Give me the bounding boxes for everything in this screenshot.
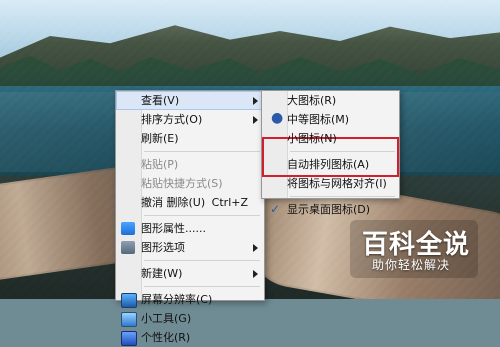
menu-item-graphics-options-label: 图形选项 <box>141 241 185 254</box>
menu-item-sort-by[interactable]: 排序方式(O) <box>116 110 264 129</box>
menu-item-view[interactable]: 查看(V) <box>116 91 264 110</box>
menu-separator <box>144 260 260 261</box>
menu-item-graphics-properties-label: 图形属性...... <box>141 222 206 235</box>
submenu-arrow-icon <box>253 244 258 252</box>
menu-item-paste-shortcut-label: 粘贴快捷方式(S) <box>141 177 223 190</box>
menu-item-paste-label: 粘贴(P) <box>141 158 179 171</box>
submenu-item-show-desktop-icons-label: 显示桌面图标(D) <box>287 203 371 216</box>
menu-item-screen-resolution[interactable]: 屏幕分辨率(C) <box>116 290 264 309</box>
menu-item-screen-resolution-label: 屏幕分辨率(C) <box>141 293 213 306</box>
menu-item-new-label: 新建(W) <box>141 267 183 280</box>
submenu-item-auto-arrange-label: 自动排列图标(A) <box>287 158 370 171</box>
submenu-item-large-icons-label: 大图标(R) <box>287 94 337 107</box>
graphics-properties-icon <box>121 222 135 235</box>
menu-item-view-label: 查看(V) <box>141 94 180 107</box>
menu-item-undo-delete[interactable]: 撤消 删除(U) Ctrl+Z <box>116 193 264 212</box>
menu-item-paste: 粘贴(P) <box>116 155 264 174</box>
menu-item-graphics-options[interactable]: 图形选项 <box>116 238 264 257</box>
radio-selected-icon: ● <box>271 110 284 126</box>
menu-item-undo-delete-label: 撤消 删除(U) <box>141 196 206 209</box>
desktop-context-menu: 查看(V) 排序方式(O) 刷新(E) 粘贴(P) 粘贴快捷方式(S) 撤消 删… <box>115 90 265 346</box>
menu-item-gadgets-label: 小工具(G) <box>141 312 192 325</box>
menu-item-new[interactable]: 新建(W) <box>116 264 264 283</box>
menu-item-paste-shortcut: 粘贴快捷方式(S) <box>116 174 264 193</box>
submenu-item-align-to-grid-label: 将图标与网格对齐(I) <box>287 177 387 190</box>
submenu-item-small-icons-label: 小图标(N) <box>287 132 337 145</box>
submenu-arrow-icon <box>253 116 258 124</box>
menu-item-refresh-label: 刷新(E) <box>141 132 179 145</box>
submenu-item-show-desktop-icons[interactable]: ✓ 显示桌面图标(D) <box>262 200 399 219</box>
personalize-icon <box>121 331 137 346</box>
menu-item-sort-by-label: 排序方式(O) <box>141 113 203 126</box>
submenu-item-medium-icons-label: 中等图标(M) <box>287 113 350 126</box>
menu-separator <box>144 215 260 216</box>
menu-item-gadgets[interactable]: 小工具(G) <box>116 309 264 328</box>
submenu-separator <box>290 196 395 197</box>
submenu-arrow-icon <box>253 97 258 105</box>
menu-separator <box>144 286 260 287</box>
watermark-subtitle: 助你轻松解决 <box>372 258 451 272</box>
menu-separator <box>144 151 260 152</box>
submenu-item-medium-icons[interactable]: ● 中等图标(M) <box>262 110 399 129</box>
gadgets-icon <box>121 312 137 327</box>
menu-item-graphics-properties[interactable]: 图形属性...... <box>116 219 264 238</box>
menu-item-personalize[interactable]: 个性化(R) <box>116 328 264 347</box>
screen-resolution-icon <box>121 293 137 308</box>
menu-item-refresh[interactable]: 刷新(E) <box>116 129 264 148</box>
checkmark-icon: ✓ <box>270 202 281 216</box>
submenu-item-large-icons[interactable]: 大图标(R) <box>262 91 399 110</box>
menu-item-undo-delete-shortcut: Ctrl+Z <box>211 196 248 209</box>
menu-item-personalize-label: 个性化(R) <box>141 331 191 344</box>
submenu-arrow-icon <box>253 270 258 278</box>
graphics-options-icon <box>121 241 135 254</box>
